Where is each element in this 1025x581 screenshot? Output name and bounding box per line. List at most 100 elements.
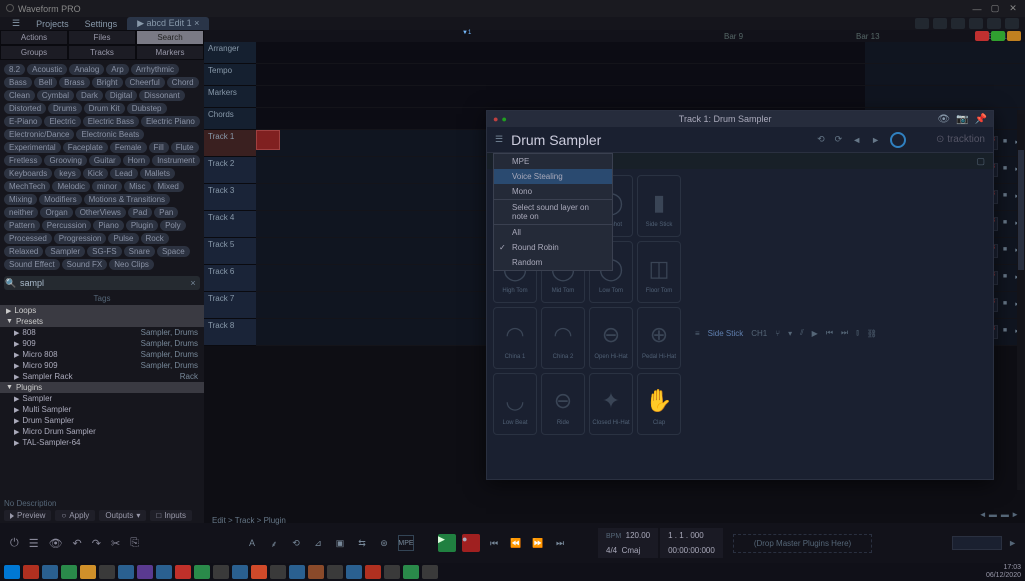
- mtc-icon[interactable]: ⊛: [376, 535, 392, 551]
- lane-tempo[interactable]: Tempo: [204, 64, 256, 86]
- tag[interactable]: Modifiers: [39, 194, 81, 205]
- plugin-next-icon[interactable]: ►: [871, 135, 880, 145]
- menu-voice-stealing[interactable]: Voice Stealing: [494, 169, 612, 184]
- browser-tab-markers[interactable]: Markers: [136, 45, 204, 60]
- tag[interactable]: Cymbal: [37, 90, 74, 101]
- window-minimize[interactable]: —: [971, 3, 983, 15]
- taskbar-app-14[interactable]: [270, 565, 286, 579]
- drum-pad[interactable]: ✦Closed Hi-Hat: [589, 373, 633, 435]
- timeline-btn-red[interactable]: [975, 31, 989, 41]
- tag[interactable]: E-Piano: [4, 116, 42, 127]
- mute-button[interactable]: ■: [1000, 246, 1010, 256]
- preset-item[interactable]: ▶808Sampler, Drums: [0, 327, 204, 338]
- taskbar-app-20[interactable]: [384, 565, 400, 579]
- mute-button[interactable]: ■: [1000, 327, 1010, 337]
- tag[interactable]: Guitar: [89, 155, 121, 166]
- timeline-btn-green[interactable]: [991, 31, 1005, 41]
- menu-mpe[interactable]: MPE: [494, 154, 612, 169]
- tag[interactable]: Experimental: [4, 142, 61, 153]
- tag[interactable]: Instrument: [152, 155, 200, 166]
- tempo-sig[interactable]: 4/4: [606, 546, 617, 555]
- browser-tab-search[interactable]: Search: [136, 30, 204, 45]
- toolbar-icon-5[interactable]: [987, 18, 1001, 29]
- tag[interactable]: Pattern: [4, 220, 40, 231]
- strip-down-icon[interactable]: ▾: [788, 329, 792, 338]
- lane-markers[interactable]: Markers: [204, 86, 256, 108]
- track-header-4[interactable]: Track 4: [204, 211, 256, 238]
- tag[interactable]: Motions & Transitions: [84, 194, 170, 205]
- toolbar-icon-4[interactable]: [969, 18, 983, 29]
- tag[interactable]: Rock: [141, 233, 169, 244]
- master-arrow-icon[interactable]: ►: [1008, 538, 1017, 548]
- taskbar-app-6[interactable]: [118, 565, 134, 579]
- redo-icon[interactable]: ↷: [92, 537, 101, 550]
- loop-icon[interactable]: ⟲: [288, 535, 304, 551]
- toolbar-settings[interactable]: Settings: [79, 19, 124, 29]
- taskbar-app-10[interactable]: [194, 565, 210, 579]
- nav-prev-icon[interactable]: ◄ ▬: [979, 510, 997, 519]
- preset-item[interactable]: ▶Micro 909Sampler, Drums: [0, 360, 204, 371]
- tag[interactable]: Sampler: [45, 246, 85, 257]
- toolbar-file-tab[interactable]: ▶ abcd Edit 1 ×: [127, 17, 209, 30]
- toolbar-icon-6[interactable]: [1005, 18, 1019, 29]
- browser-tab-files[interactable]: Files: [68, 30, 136, 45]
- tag[interactable]: Fretless: [4, 155, 42, 166]
- track-header-6[interactable]: Track 6: [204, 265, 256, 292]
- eye-icon[interactable]: 👁: [49, 537, 63, 550]
- strip-play-icon[interactable]: ▶: [812, 329, 818, 338]
- track-header-1[interactable]: Track 1: [204, 130, 256, 157]
- tag[interactable]: Sound FX: [62, 259, 108, 270]
- apply-button[interactable]: ○ Apply: [55, 510, 95, 521]
- tag[interactable]: Kick: [83, 168, 108, 179]
- tag[interactable]: Arrhythmic: [131, 64, 179, 75]
- tag[interactable]: Misc: [124, 181, 150, 192]
- snap-icon[interactable]: ⸙: [266, 535, 282, 551]
- preview-button[interactable]: Preview: [4, 510, 51, 521]
- mute-button[interactable]: ■: [1000, 192, 1010, 202]
- toolbar-icon-1[interactable]: [915, 18, 929, 29]
- inputs-button[interactable]: □Inputs: [150, 510, 192, 521]
- tag[interactable]: Melodic: [52, 181, 90, 192]
- list-header-loops[interactable]: ▶Loops: [0, 305, 204, 316]
- tag[interactable]: Fill: [149, 142, 169, 153]
- taskbar-app-13[interactable]: [251, 565, 267, 579]
- lane-arranger[interactable]: Arranger: [204, 42, 256, 64]
- tag[interactable]: Electronic Beats: [76, 129, 144, 140]
- timeline-btn-orange[interactable]: [1007, 31, 1021, 41]
- app-menu-icon[interactable]: ☰: [6, 18, 26, 29]
- tag[interactable]: Keyboards: [4, 168, 52, 179]
- toolbar-icon-3[interactable]: [951, 18, 965, 29]
- preset-item[interactable]: ▶Micro 808Sampler, Drums: [0, 349, 204, 360]
- plugin-power-icon[interactable]: ●: [501, 114, 506, 124]
- tag[interactable]: Faceplate: [63, 142, 108, 153]
- scroll-icon[interactable]: ⇆: [354, 535, 370, 551]
- tag[interactable]: Sound Effect: [4, 259, 60, 270]
- browser-tab-tracks[interactable]: Tracks: [68, 45, 136, 60]
- tag[interactable]: Clean: [4, 90, 35, 101]
- tag[interactable]: Grooving: [44, 155, 86, 166]
- menu-mono[interactable]: Mono: [494, 184, 612, 199]
- rewind-start-icon[interactable]: ⏮: [486, 535, 502, 551]
- taskbar-app-5[interactable]: [99, 565, 115, 579]
- plugin-item[interactable]: ▶Micro Drum Sampler: [0, 426, 204, 437]
- tag[interactable]: Chord: [167, 77, 199, 88]
- automation-icon[interactable]: A: [244, 535, 260, 551]
- play-button[interactable]: ▶: [438, 534, 456, 552]
- power-icon[interactable]: ⏻: [10, 537, 19, 550]
- menu-icon[interactable]: ☰: [29, 537, 39, 550]
- tag[interactable]: Bass: [4, 77, 32, 88]
- drum-pad[interactable]: ⊖Open Hi-Hat: [589, 307, 633, 369]
- metronome-icon[interactable]: ⊿: [310, 535, 326, 551]
- browser-tab-groups[interactable]: Groups: [0, 45, 68, 60]
- menu-all[interactable]: All: [494, 225, 612, 240]
- menu-random[interactable]: Random: [494, 255, 612, 270]
- tag[interactable]: Lead: [110, 168, 138, 179]
- drum-pad[interactable]: ◠China 1: [493, 307, 537, 369]
- tag[interactable]: Plugin: [126, 220, 158, 231]
- plugin-undo-icon[interactable]: ⟲: [817, 134, 825, 145]
- taskbar-app-21[interactable]: [403, 565, 419, 579]
- drum-pad[interactable]: ⊕Pedal Hi-Hat: [637, 307, 681, 369]
- position-bars[interactable]: 1 . 1 . 000: [660, 528, 723, 543]
- master-meter[interactable]: [952, 536, 1002, 550]
- strip-prev-icon[interactable]: ⏮: [826, 328, 833, 338]
